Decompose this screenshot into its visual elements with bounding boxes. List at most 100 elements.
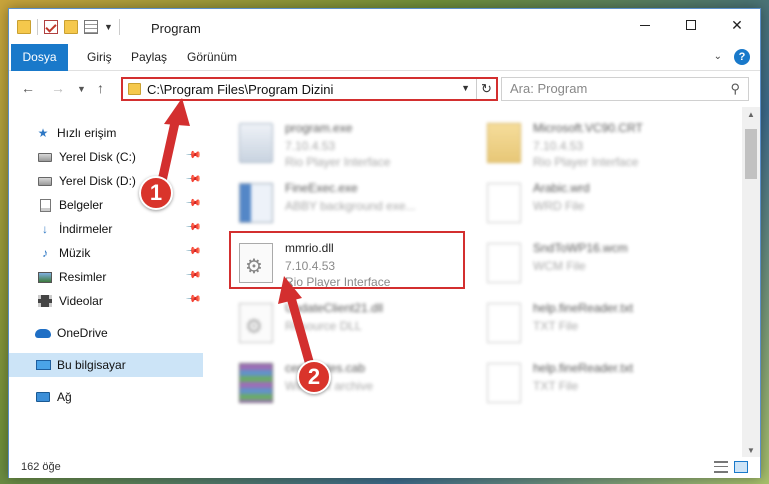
search-input[interactable] xyxy=(510,81,710,96)
tab-share[interactable]: Paylaş xyxy=(121,44,177,71)
file-item[interactable]: Arabic.wrd WRD File xyxy=(479,177,719,233)
pin-icon[interactable]: 📌 xyxy=(184,291,201,308)
nav-item-label: Belgeler xyxy=(59,198,104,212)
nav-item-label: OneDrive xyxy=(57,326,108,340)
pin-icon[interactable]: 📌 xyxy=(184,219,201,236)
tab-view[interactable]: Görünüm xyxy=(177,44,247,71)
toolbar-divider xyxy=(118,19,120,35)
nav-item-videos[interactable]: Videolar 📌 xyxy=(9,289,203,313)
file-item[interactable]: help.fineReader.txt TXT File xyxy=(479,357,719,413)
close-button[interactable]: ✕ xyxy=(714,9,760,41)
folder-icon xyxy=(128,83,141,95)
archive-icon xyxy=(239,363,273,403)
tab-home[interactable]: Giriş xyxy=(77,44,122,71)
file-item[interactable]: program.exe 7.10.4.53 Rio Player Interfa… xyxy=(231,117,471,173)
nav-item-label: Bu bilgisayar xyxy=(57,358,126,372)
nav-item-label: Yerel Disk (D:) xyxy=(59,174,136,188)
search-icon[interactable]: ⚲ xyxy=(730,81,740,97)
toolbar-divider xyxy=(37,19,38,35)
scrollbar-thumb[interactable] xyxy=(745,129,757,179)
vertical-scrollbar[interactable]: ▲ ▼ xyxy=(742,107,760,459)
maximize-button[interactable] xyxy=(668,9,714,41)
documents-icon xyxy=(37,198,53,212)
nav-item-local-disk-c[interactable]: Yerel Disk (C:) 📌 xyxy=(9,145,203,169)
window-title: Program xyxy=(151,21,201,36)
address-dropdown-icon[interactable]: ▼ xyxy=(461,83,470,93)
file-item[interactable]: help.fineReader.txt TXT File xyxy=(479,297,719,353)
videos-icon xyxy=(37,294,53,308)
recent-locations-dropdown-icon[interactable]: ▼ xyxy=(77,84,86,94)
folder-icon xyxy=(487,123,521,163)
folder-icon[interactable] xyxy=(17,20,31,34)
minimize-button[interactable] xyxy=(622,9,668,41)
address-path[interactable]: C:\Program Files\Program Dizini xyxy=(147,82,333,97)
scroll-up-icon[interactable]: ▲ xyxy=(742,107,760,123)
nav-this-pc[interactable]: Bu bilgisayar xyxy=(9,353,203,377)
file-icon xyxy=(487,303,521,343)
exe-icon xyxy=(239,123,273,163)
help-icon[interactable]: ? xyxy=(734,49,750,65)
network-icon xyxy=(35,390,51,404)
customize-toolbar-dropdown-icon[interactable]: ▼ xyxy=(104,22,113,32)
file-version: 7.10.4.53 xyxy=(533,139,584,153)
nav-item-documents[interactable]: Belgeler 📌 xyxy=(9,193,203,217)
file-name: help.fineReader.txt xyxy=(533,361,634,375)
nav-item-local-disk-d[interactable]: Yerel Disk (D:) 📌 xyxy=(9,169,203,193)
file-item[interactable]: UpdateClient21.dll Resource DLL xyxy=(231,297,471,353)
pin-icon[interactable]: 📌 xyxy=(184,267,201,284)
nav-item-pictures[interactable]: Resimler 📌 xyxy=(9,265,203,289)
pin-icon[interactable]: 📌 xyxy=(184,243,201,260)
step-2-badge: 2 xyxy=(297,360,331,394)
search-box[interactable]: ⚲ xyxy=(501,77,749,101)
file-name: FineExec.exe xyxy=(285,181,358,195)
tab-file[interactable]: Dosya xyxy=(11,44,68,71)
file-type: TXT File xyxy=(533,379,579,393)
disk-icon xyxy=(37,150,53,164)
nav-item-label: Hızlı erişim xyxy=(57,126,117,140)
pin-icon[interactable]: 📌 xyxy=(184,195,201,212)
item-count: 162 öğe xyxy=(21,461,61,473)
properties-check-icon[interactable] xyxy=(44,20,58,34)
file-description: Resource DLL xyxy=(285,319,362,333)
maximize-icon xyxy=(686,20,696,30)
minimize-icon xyxy=(640,24,650,26)
file-type: WRD File xyxy=(533,199,585,213)
nav-item-downloads[interactable]: ↓ İndirmeler 📌 xyxy=(9,217,203,241)
file-item[interactable]: Microsoft.VC90.CRT 7.10.4.53 Rio Player … xyxy=(479,117,719,173)
navigation-pane: ★ Hızlı erişim Yerel Disk (C:) 📌 Yerel D… xyxy=(9,107,205,447)
details-view-icon[interactable] xyxy=(714,461,728,473)
file-name: Arabic.wrd xyxy=(533,181,590,195)
up-arrow-icon[interactable]: ↑ xyxy=(97,80,104,96)
star-icon: ★ xyxy=(37,126,49,140)
file-icon xyxy=(487,363,521,403)
view-properties-icon[interactable] xyxy=(84,20,98,34)
large-icons-view-icon[interactable] xyxy=(734,461,748,473)
nav-item-music[interactable]: ♪ Müzik 📌 xyxy=(9,241,203,265)
refresh-icon[interactable]: ↻ xyxy=(476,79,496,99)
file-type: TXT File xyxy=(533,319,579,333)
navigation-bar: ← → ▼ ↑ C:\Program Files\Program Dizini … xyxy=(9,72,760,106)
back-arrow-icon[interactable]: ← xyxy=(21,80,35,96)
title-bar: ▼ Program ✕ xyxy=(9,9,760,44)
nav-onedrive[interactable]: OneDrive xyxy=(9,321,203,345)
file-type: WCM File xyxy=(533,259,586,273)
file-item[interactable]: certificates.cab WinRAR archive xyxy=(231,357,471,413)
pin-icon[interactable]: 📌 xyxy=(184,171,201,188)
new-folder-icon[interactable] xyxy=(64,20,78,34)
exe-icon xyxy=(239,183,273,223)
file-name: UpdateClient21.dll xyxy=(285,301,384,315)
nav-quick-access[interactable]: ★ Hızlı erişim xyxy=(9,121,203,145)
nav-item-label: Müzik xyxy=(59,246,91,260)
address-bar[interactable]: C:\Program Files\Program Dizini ▼ ↻ xyxy=(121,77,498,101)
pin-icon[interactable]: 📌 xyxy=(184,147,201,164)
file-item[interactable]: FineExec.exe ABBY background exe... xyxy=(231,177,471,233)
file-item[interactable]: SndToWP16.wcm WCM File xyxy=(479,237,719,293)
file-name: Microsoft.VC90.CRT xyxy=(533,121,643,135)
cloud-icon xyxy=(35,326,51,340)
nav-network[interactable]: Ağ xyxy=(9,385,203,409)
expand-ribbon-icon[interactable]: ⌄ xyxy=(714,51,722,62)
file-name: help.fineReader.txt xyxy=(533,301,634,315)
window-controls: ✕ xyxy=(622,9,760,41)
close-icon: ✕ xyxy=(731,16,743,33)
forward-arrow-icon[interactable]: → xyxy=(51,80,65,96)
